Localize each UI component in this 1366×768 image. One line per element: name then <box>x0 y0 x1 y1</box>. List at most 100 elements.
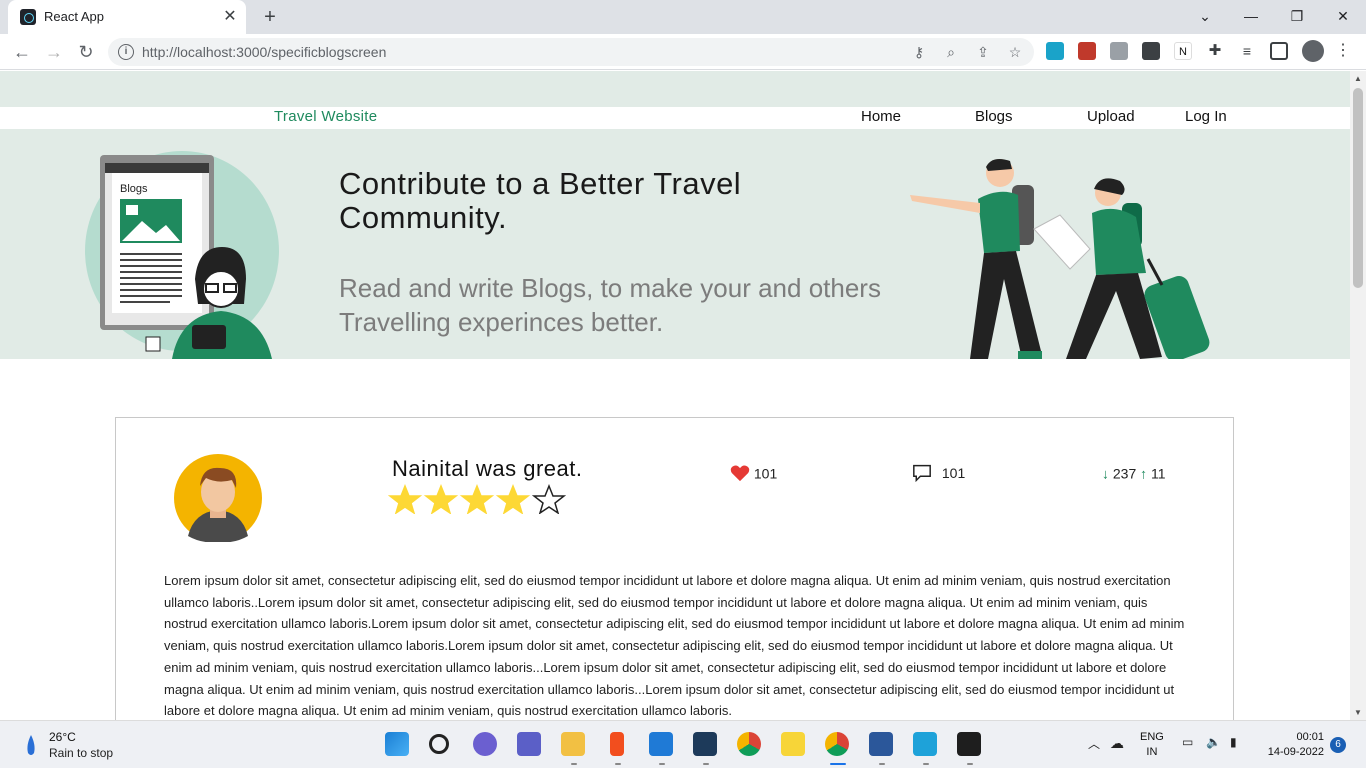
address-bar[interactable]: i http://localhost:3000/specificblogscre… <box>108 38 1034 66</box>
blog-reader-illustration: Blogs <box>85 151 279 359</box>
zoom-icon[interactable]: ⌕ <box>942 43 960 61</box>
profile-avatar[interactable] <box>1302 40 1324 62</box>
volume-icon[interactable]: 🔈 <box>1206 735 1221 749</box>
nav-link-login[interactable]: Log In <box>1185 108 1227 125</box>
region-code: IN <box>1146 746 1158 758</box>
empty-star-icon[interactable] <box>532 484 566 514</box>
tab-close-icon[interactable]: ✕ <box>220 7 240 27</box>
menu-kebab-icon[interactable]: ⋮ <box>1334 42 1352 60</box>
minimize-button[interactable]: — <box>1228 0 1274 34</box>
hero-subtitle: Read and write Blogs, to make your and o… <box>339 273 881 337</box>
browser-tab-strip: React App ✕ + ⌄ — ❐ ✕ <box>0 0 1366 34</box>
running-indicator <box>571 763 577 765</box>
vscode-icon[interactable] <box>649 732 673 756</box>
network-icon[interactable]: ▭ <box>1182 735 1193 749</box>
battery-icon[interactable]: ▮ <box>1230 735 1237 749</box>
figma-icon[interactable] <box>610 732 624 756</box>
start-windows-icon[interactable] <box>385 732 409 756</box>
illustration-label: Blogs <box>120 183 148 195</box>
heart-icon[interactable] <box>730 464 750 482</box>
extension-icon[interactable]: N <box>1174 42 1192 60</box>
tab-title: React App <box>44 9 104 24</box>
system-clock[interactable]: 00:01 14-09-2022 <box>1258 730 1324 760</box>
running-indicator <box>923 763 929 765</box>
downvote-arrow-icon[interactable]: ↓ <box>1102 465 1109 481</box>
comments-stat[interactable]: 101 <box>912 464 965 483</box>
hero-banner: Blogs Contribute to a Better Travel Comm… <box>0 129 1350 359</box>
browser-tab[interactable]: React App ✕ <box>8 0 246 34</box>
nav-link-upload[interactable]: Upload <box>1087 108 1135 125</box>
teams-icon[interactable] <box>517 732 541 756</box>
side-panel-icon[interactable] <box>1270 42 1288 60</box>
page-scrollbar[interactable]: ▲ ▼ <box>1350 71 1366 720</box>
reload-button[interactable]: ↻ <box>74 40 98 64</box>
extension-icon[interactable] <box>1046 42 1064 60</box>
chrome-active-icon[interactable] <box>825 732 849 756</box>
file-explorer-icon[interactable] <box>561 732 585 756</box>
travellers-illustration <box>910 159 1210 359</box>
filled-star-icon[interactable] <box>388 484 422 514</box>
blog-body: Lorem ipsum dolor sit amet, consectetur … <box>164 573 1185 719</box>
site-navbar: Travel Website Home Blogs Upload Log In <box>0 107 1350 129</box>
running-indicator <box>659 763 665 765</box>
language-code: ENG <box>1140 731 1164 743</box>
forward-button[interactable]: → <box>42 40 66 64</box>
url-text[interactable]: http://localhost:3000/specificblogscreen <box>142 44 386 60</box>
rain-weather-icon[interactable] <box>24 733 38 757</box>
restore-button[interactable]: ❐ <box>1274 0 1320 34</box>
close-window-button[interactable]: ✕ <box>1320 0 1366 34</box>
weather-temperature[interactable]: 26°C <box>49 730 76 744</box>
upvote-arrow-icon[interactable]: ↑ <box>1140 465 1147 481</box>
pocket-icon[interactable] <box>1142 42 1160 60</box>
share-icon[interactable]: ⇪ <box>974 43 992 61</box>
media-control-icon[interactable]: ≡ <box>1238 42 1256 60</box>
weather-description[interactable]: Rain to stop <box>49 746 113 760</box>
sticky-notes-icon[interactable] <box>781 732 805 756</box>
site-brand[interactable]: Travel Website <box>274 108 377 125</box>
blog-title: Nainital was great. <box>392 456 583 481</box>
terminal-icon[interactable] <box>957 732 981 756</box>
puzzle-icon[interactable]: ✚ <box>1206 42 1224 60</box>
chat-icon[interactable] <box>473 732 497 756</box>
running-indicator <box>703 763 709 765</box>
running-indicator <box>967 763 973 765</box>
scrollbar-thumb[interactable] <box>1353 88 1363 288</box>
scroll-up-icon[interactable]: ▲ <box>1354 74 1362 83</box>
comment-icon[interactable] <box>912 464 932 483</box>
filled-star-icon[interactable] <box>460 484 494 514</box>
key-icon[interactable]: ⚷ <box>910 43 928 61</box>
word-icon[interactable] <box>869 732 893 756</box>
tab-search-chevron-icon[interactable]: ⌄ <box>1182 0 1228 34</box>
back-button[interactable]: ← <box>10 40 34 64</box>
browser-toolbar: ← → ↻ i http://localhost:3000/specificbl… <box>0 34 1366 70</box>
running-indicator <box>879 763 885 765</box>
nav-link-blogs[interactable]: Blogs <box>975 108 1013 125</box>
downvote-count: 237 <box>1112 465 1137 482</box>
notification-badge[interactable]: 6 <box>1330 737 1346 753</box>
search-icon[interactable] <box>429 734 449 754</box>
active-indicator <box>830 763 846 765</box>
chrome-icon[interactable] <box>737 732 761 756</box>
dev-icon[interactable] <box>693 732 717 756</box>
votes-stat: ↓ 237 ↑ 11 <box>1102 464 1166 481</box>
top-band <box>0 71 1350 107</box>
notepad-icon[interactable] <box>913 732 937 756</box>
running-indicator <box>615 763 621 765</box>
filled-star-icon[interactable] <box>424 484 458 514</box>
extension-icon[interactable] <box>1078 42 1096 60</box>
show-hidden-icons-chevron-icon[interactable]: ︿ <box>1088 735 1100 752</box>
author-avatar <box>174 454 262 542</box>
new-tab-button[interactable]: + <box>258 5 282 29</box>
site-info-icon[interactable]: i <box>118 44 134 60</box>
onedrive-cloud-icon[interactable]: ☁ <box>1110 735 1124 752</box>
nav-link-home[interactable]: Home <box>861 108 901 125</box>
filled-star-icon[interactable] <box>496 484 530 514</box>
bookmark-star-icon[interactable]: ☆ <box>1006 43 1024 61</box>
likes-count: 101 <box>753 465 778 482</box>
scroll-down-icon[interactable]: ▼ <box>1354 708 1362 717</box>
clock-time: 00:01 <box>1296 731 1324 743</box>
language-indicator[interactable]: ENG IN <box>1140 730 1164 760</box>
extension-icon[interactable] <box>1110 42 1128 60</box>
clock-date: 14-09-2022 <box>1267 746 1324 758</box>
likes-stat[interactable]: 101 <box>730 464 777 482</box>
